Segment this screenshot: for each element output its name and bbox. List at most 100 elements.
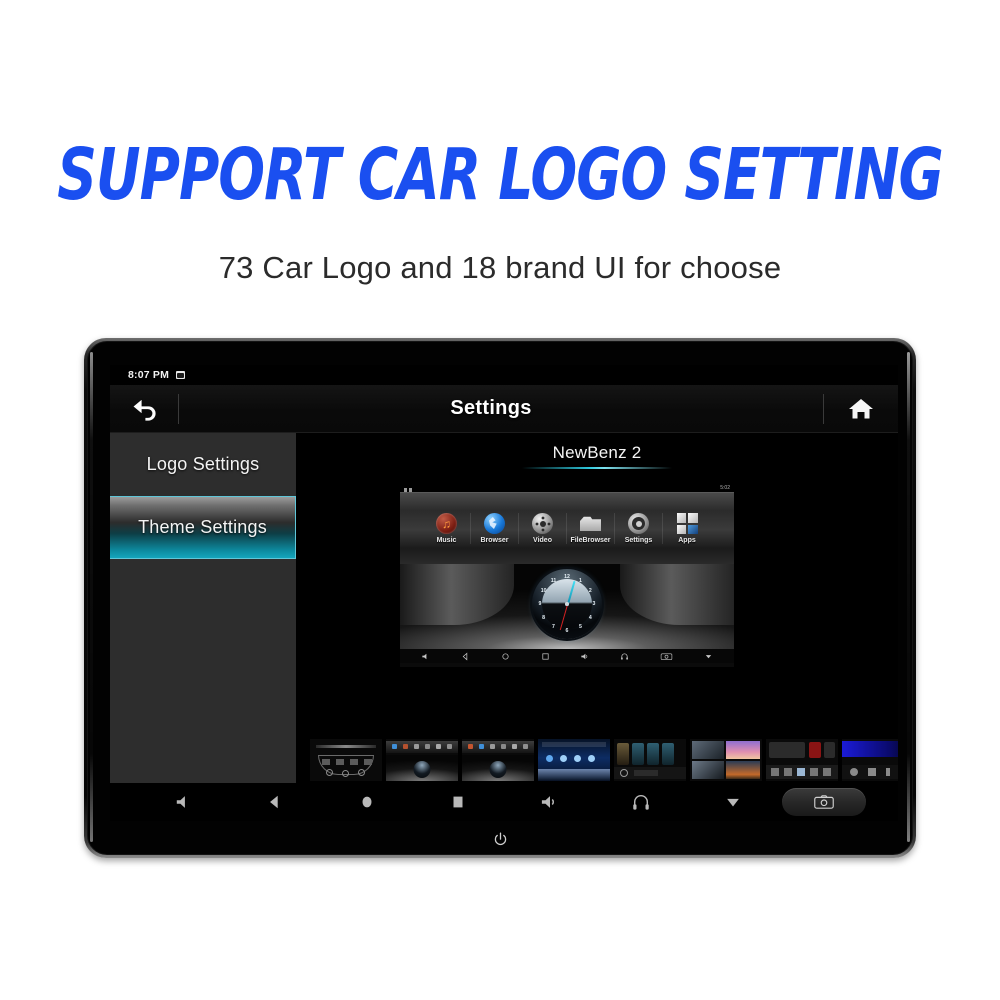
music-icon [436, 513, 457, 534]
preview-app-label: Music [436, 537, 457, 544]
theme-thumb-4[interactable] [538, 739, 610, 781]
gear-icon [628, 513, 649, 534]
home-icon [362, 796, 372, 808]
theme-settings-panel: NewBenz 2 5:02 ♫ Music Browser Video Fil… [296, 433, 898, 793]
preview-status-icons [404, 483, 414, 497]
sidebar-item-label: Theme Settings [138, 517, 267, 537]
preview-wallpaper: 12 1 2 3 4 5 6 7 8 9 10 11 [400, 564, 734, 649]
clock-numeral: 2 [588, 587, 592, 594]
clock-numeral: 12 [564, 574, 570, 580]
back-icon [270, 795, 278, 809]
status-bar: 8:07 PM [110, 365, 898, 385]
sidebar-item-logo-settings[interactable]: Logo Settings [110, 433, 296, 496]
clock-numeral: 3 [592, 601, 596, 607]
preview-app-settings: Settings [615, 513, 663, 544]
current-theme-name: NewBenz 2 [552, 443, 642, 462]
preview-app-row: Music Browser Video [400, 492, 734, 564]
camera-icon [814, 795, 835, 809]
sidebar-item-theme-settings[interactable]: Theme Settings [110, 496, 296, 559]
title-bar: Settings [110, 385, 898, 433]
nav-headphone-button[interactable] [596, 793, 688, 811]
theme-thumbnail-strip[interactable] [310, 739, 898, 785]
car-head-unit-device: 8:07 PM Settings Logo Settings Theme Set… [84, 338, 916, 858]
status-bar-time: 8:07 PM [128, 369, 170, 381]
device-bezel: 8:07 PM Settings Logo Settings Theme Set… [87, 341, 913, 855]
preview-status-time: 5:02 [720, 484, 730, 491]
back-icon [462, 652, 468, 660]
home-button[interactable] [824, 385, 898, 432]
bezel-highlight-left [90, 352, 93, 842]
device-screen: 8:07 PM Settings Logo Settings Theme Set… [110, 365, 898, 793]
theme-thumb-2[interactable] [386, 739, 458, 781]
theme-preview[interactable]: 5:02 Music Browser [400, 483, 734, 667]
folder-icon [580, 516, 601, 532]
device-bottom-nav [110, 783, 898, 821]
volume-up-icon [541, 796, 554, 808]
preview-navigation-bar [400, 649, 734, 663]
theme-thumb-5[interactable] [614, 739, 686, 781]
preview-app-browser: Browser [471, 513, 519, 544]
nav-dropdown-button[interactable] [687, 793, 779, 811]
headphone-icon [633, 794, 649, 810]
preview-app-label: FileBrowser [570, 537, 611, 544]
dropdown-icon [705, 654, 711, 658]
clock-numeral: 8 [542, 614, 546, 621]
preview-status-bar: 5:02 [400, 483, 734, 492]
preview-app-music: Music [423, 513, 471, 544]
theme-name-underline [522, 467, 672, 469]
nav-camera-slot [779, 788, 871, 816]
apps-grid-icon [676, 513, 698, 534]
recent-apps-icon [542, 652, 549, 660]
theme-thumb-6[interactable] [690, 739, 762, 781]
clock-numeral: 10 [540, 587, 547, 594]
preview-app-apps: Apps [663, 513, 711, 544]
nav-volume-down-button[interactable] [138, 793, 230, 811]
dropdown-icon [726, 798, 739, 807]
film-reel-icon [532, 513, 553, 534]
theme-thumb-7[interactable] [766, 739, 838, 781]
preview-app-label: Settings [624, 537, 653, 544]
sidebar-item-label: Logo Settings [146, 454, 260, 474]
nav-back-button[interactable] [230, 793, 322, 811]
settings-sidebar: Logo Settings Theme Settings [110, 433, 296, 793]
home-icon [502, 652, 509, 660]
wallpaper-panel-right [620, 564, 734, 626]
page-headline: SUPPORT CAR LOGO SETTING [57, 133, 943, 217]
clock-numeral: 6 [565, 628, 569, 634]
volume-down-icon [176, 796, 185, 808]
volume-down-icon [422, 653, 427, 659]
camera-button[interactable] [782, 788, 867, 816]
power-icon [494, 832, 506, 846]
clock-center-pin [565, 602, 569, 606]
clock-numeral: 4 [588, 614, 592, 621]
analog-clock-widget: 12 1 2 3 4 5 6 7 8 9 10 11 [532, 569, 602, 639]
clock-numeral: 1 [579, 577, 582, 584]
theme-thumb-1[interactable] [310, 739, 382, 781]
page-title: Settings [450, 397, 532, 419]
recent-apps-icon [453, 796, 463, 808]
globe-icon [484, 513, 505, 534]
preview-app-label: Video [533, 537, 552, 544]
bezel-highlight-right [907, 352, 910, 842]
wallpaper-panel-left [400, 564, 514, 626]
settings-content: Logo Settings Theme Settings NewBenz 2 5… [110, 433, 898, 793]
headphone-icon [621, 653, 628, 660]
nav-home-button[interactable] [321, 793, 413, 811]
clock-numeral: 5 [579, 624, 582, 631]
clock-numeral: 7 [552, 624, 555, 631]
preview-app-video: Video [519, 513, 567, 544]
power-button[interactable] [88, 831, 912, 848]
screenshot-icon [176, 371, 186, 379]
theme-thumb-8[interactable] [842, 739, 898, 781]
theme-thumb-3[interactable] [462, 739, 534, 781]
preview-app-filebrowser: FileBrowser [567, 513, 615, 544]
clock-numeral: 9 [538, 601, 542, 607]
preview-app-label: Apps [678, 537, 696, 544]
camera-icon [660, 652, 673, 660]
preview-app-label: Browser [480, 537, 509, 544]
nav-volume-up-button[interactable] [504, 793, 596, 811]
home-icon [849, 398, 873, 418]
volume-up-icon [581, 653, 588, 659]
page-root: SUPPORT CAR LOGO SETTING 73 Car Logo and… [0, 0, 1000, 1000]
nav-recent-apps-button[interactable] [413, 793, 505, 811]
